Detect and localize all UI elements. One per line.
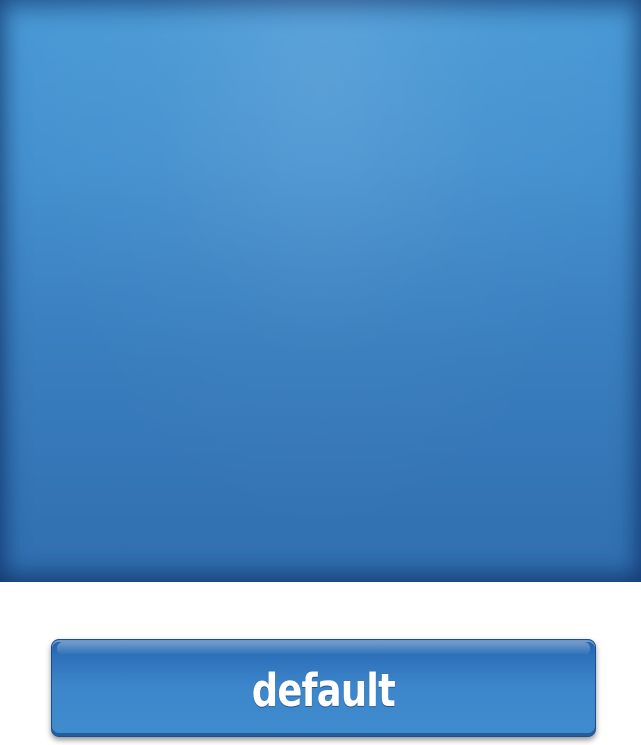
app-screen: default — [0, 0, 641, 745]
blue-preview-panel — [0, 0, 641, 582]
default-button-label: default — [251, 663, 396, 717]
default-button[interactable]: default — [51, 639, 596, 737]
